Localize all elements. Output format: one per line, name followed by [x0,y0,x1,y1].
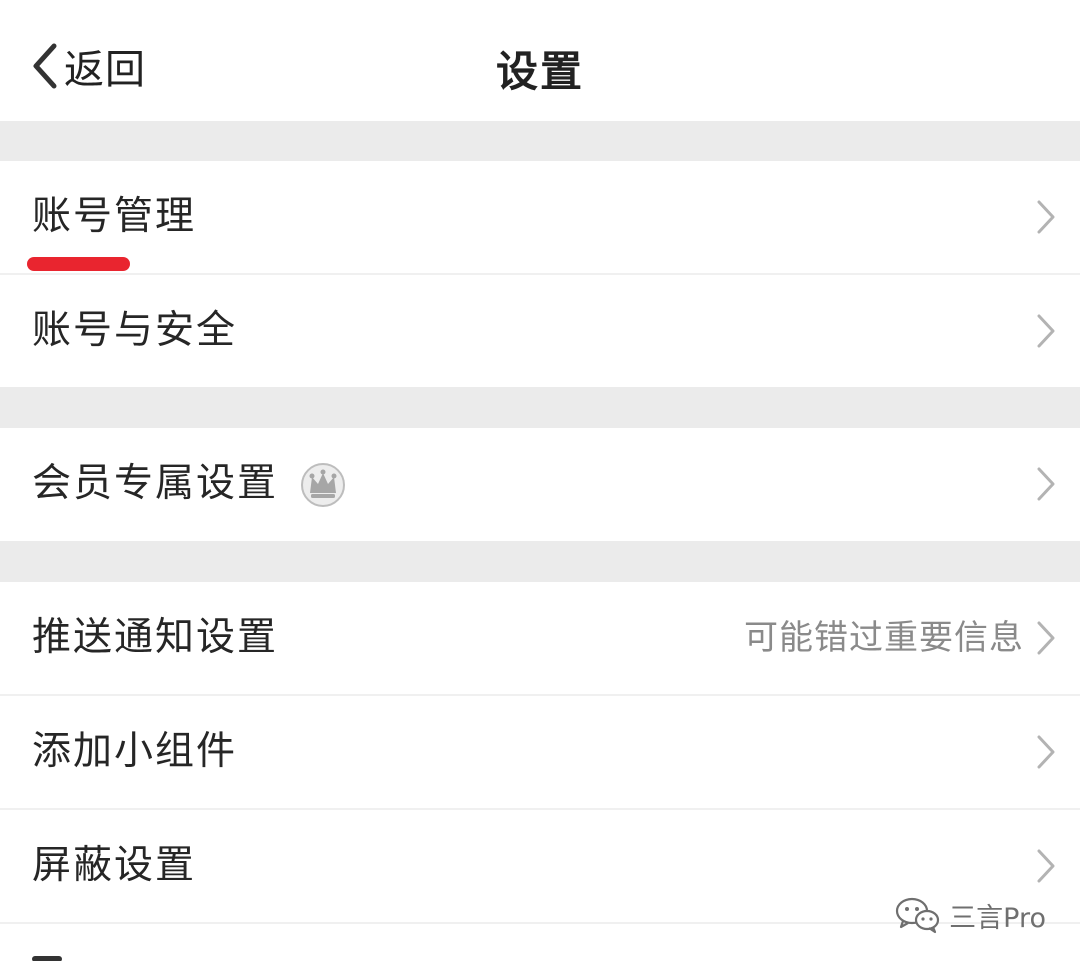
member-settings-label: 会员专属设置 [32,461,279,506]
push-settings-row[interactable]: 推送通知设置 可能错过重要信息 [0,582,1080,694]
watermark-text: 三言Pro [949,902,1046,934]
watermark: 三言Pro [895,893,1046,937]
add-widget-label: 添加小组件 [32,729,238,774]
account-security-row[interactable]: 账号与安全 [0,275,1080,387]
page-title: 设置 [495,47,584,96]
crown-icon [301,463,345,507]
member-settings-row[interactable]: 会员专属设置 [0,428,1080,541]
block-settings-label: 屏蔽设置 [32,843,197,888]
account-security-label: 账号与安全 [32,308,238,353]
section-gap [0,387,1080,428]
account-management-row[interactable]: 账号管理 [0,161,1080,273]
section-gap [0,121,1080,161]
push-settings-label: 推送通知设置 [32,615,279,660]
cut-off-row-text [32,940,92,961]
chevron-right-icon [1037,467,1055,501]
chevron-right-icon [1037,314,1055,348]
navigation-bar: 返回 设置 [0,0,1080,121]
chevron-right-icon [1037,849,1055,883]
chevron-right-icon [1037,621,1055,655]
push-settings-hint: 可能错过重要信息 [744,618,1024,658]
section-gap [0,541,1080,582]
highlight-underline [27,257,130,271]
wechat-icon [896,897,940,934]
chevron-right-icon [1037,200,1055,234]
chevron-right-icon [1037,735,1055,769]
add-widget-row[interactable]: 添加小组件 [0,696,1080,808]
